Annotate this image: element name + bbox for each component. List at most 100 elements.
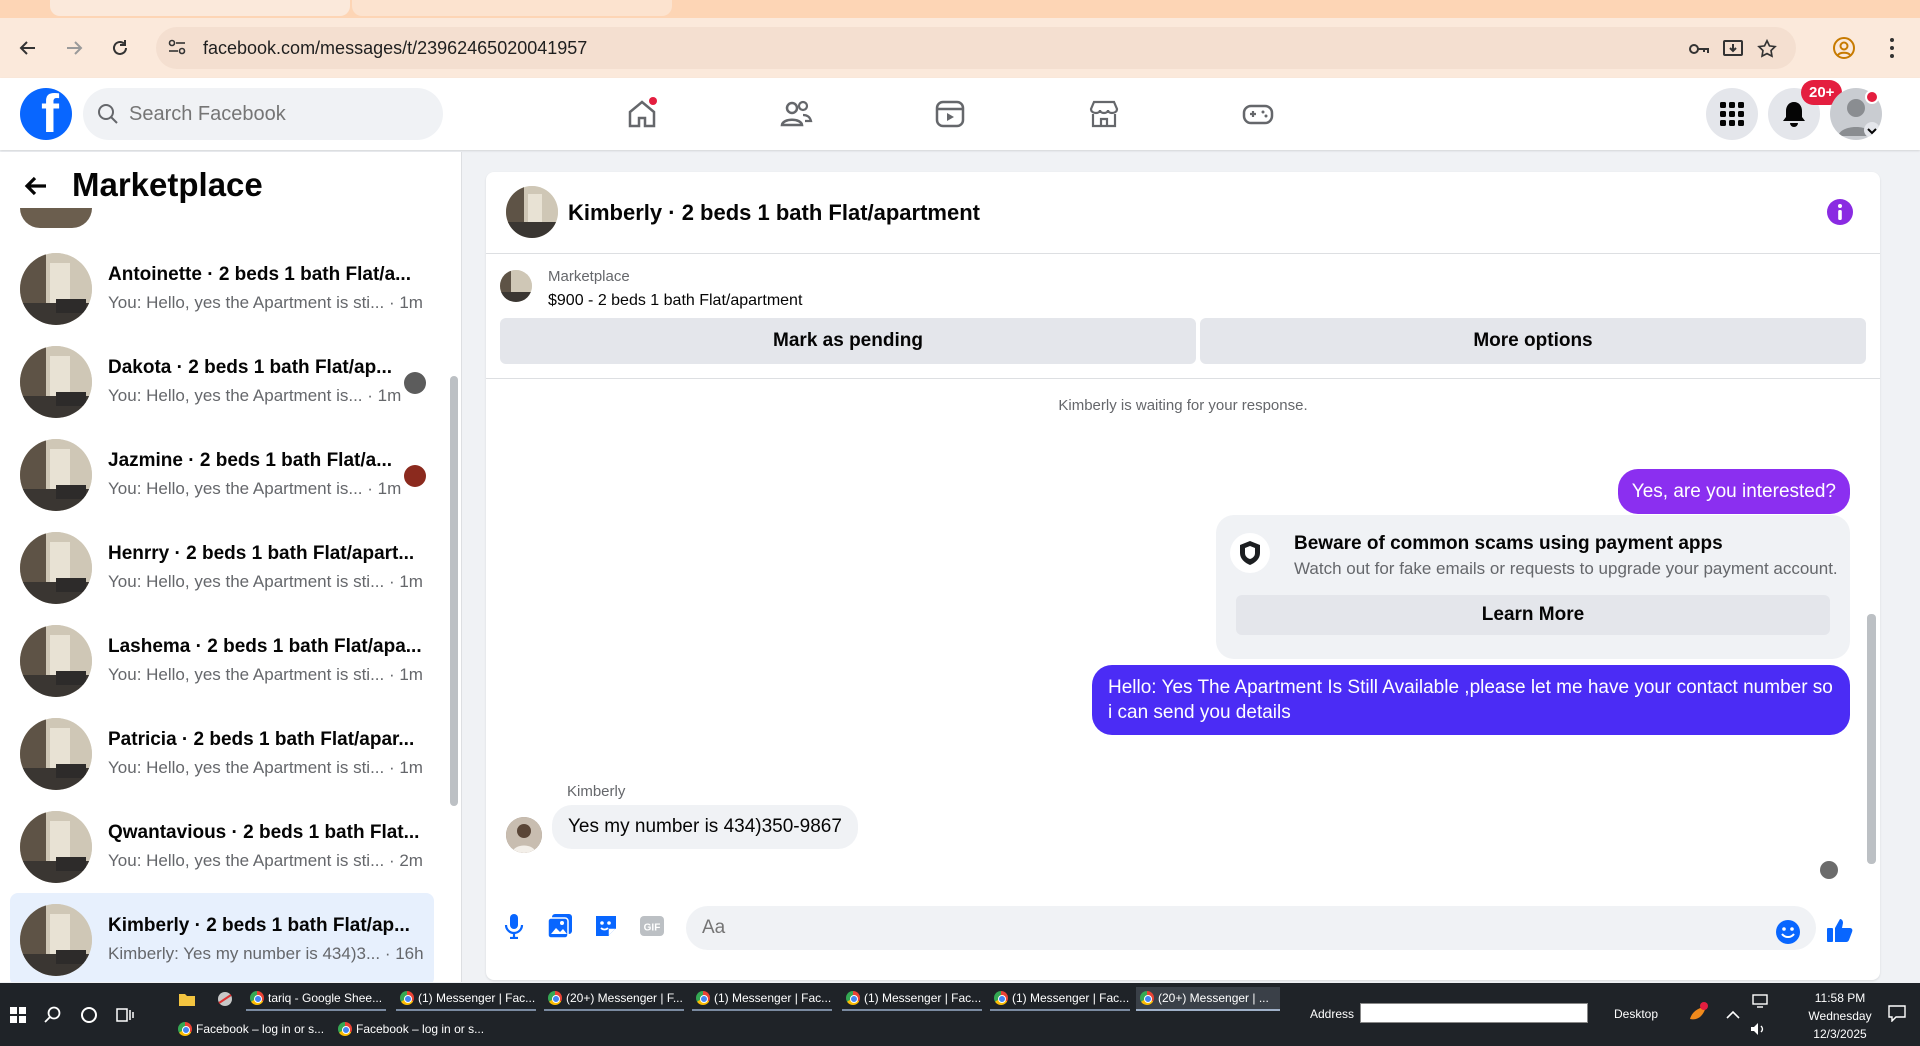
incoming-message[interactable]: Yes my number is 434)350-9867 (552, 805, 858, 849)
taskbar-window-active[interactable]: (20+) Messenger | ... (1136, 987, 1280, 1011)
key-icon[interactable] (1686, 36, 1712, 62)
message-input[interactable] (686, 906, 1816, 950)
seen-indicator-avatar (1820, 861, 1838, 879)
desktop-toolbar-label[interactable]: Desktop (1614, 1007, 1658, 1021)
outgoing-message[interactable]: Yes, are you interested? (1617, 469, 1850, 514)
sticker-icon[interactable] (590, 910, 622, 942)
profile-notification-dot (1865, 90, 1879, 104)
facebook-search[interactable] (83, 88, 443, 140)
friends-icon[interactable] (772, 90, 820, 138)
volume-icon[interactable] (1746, 1017, 1770, 1041)
chrome-icon (548, 991, 562, 1005)
chat-avatar[interactable] (506, 186, 558, 238)
cortana-icon[interactable] (76, 1003, 102, 1027)
profile-circle-icon[interactable] (1828, 32, 1860, 64)
facebook-logo-icon[interactable]: f (20, 88, 72, 140)
search-input[interactable] (129, 88, 429, 140)
show-hidden-icons-icon[interactable] (1722, 1003, 1744, 1027)
listing-source: Marketplace (548, 268, 630, 285)
clock-time: 11:58 PM (1814, 991, 1866, 1005)
taskbar-window-title: Facebook – log in or s... (196, 1022, 325, 1036)
scam-warning-card: Beware of common scams using payment app… (1216, 515, 1850, 659)
marketplace-sidebar: Marketplace Antoinette · 2 beds 1 bath F… (0, 152, 462, 982)
video-icon[interactable] (926, 90, 974, 138)
scam-warning-title: Beware of common scams using payment app… (1294, 533, 1723, 554)
conversation-preview: You: Hello, yes the Apartment is... · 1m (108, 479, 402, 498)
browser-tab[interactable] (352, 0, 672, 16)
home-icon[interactable] (618, 90, 666, 138)
taskbar-window-title: (1) Messenger | Fac... (864, 991, 982, 1005)
clock-date: 12/3/2025 (1813, 1027, 1867, 1041)
taskbar-window[interactable]: (1) Messenger | Fac... (396, 987, 536, 1011)
conversation-thumbnail (20, 208, 92, 228)
address-toolbar-input[interactable] (1360, 1003, 1588, 1023)
conversation-item-active[interactable]: Kimberly · 2 beds 1 bath Flat/ap... Kimb… (10, 893, 434, 982)
back-arrow-icon[interactable] (22, 172, 50, 200)
forward-icon[interactable] (58, 32, 90, 64)
conversation-item[interactable]: Jazmine · 2 beds 1 bath Flat/a... You: H… (10, 428, 434, 521)
conversation-item[interactable]: Lashema · 2 beds 1 bath Flat/apa... You:… (10, 614, 434, 707)
task-view-icon[interactable] (112, 1003, 138, 1027)
marketplace-icon[interactable] (1080, 90, 1128, 138)
gif-icon[interactable]: GIF (636, 910, 668, 942)
url-text[interactable]: facebook.com/messages/t/2396246502004195… (203, 38, 587, 59)
listing-thumbnail[interactable] (500, 270, 532, 302)
conversation-item[interactable]: Henrry · 2 beds 1 bath Flat/apart... You… (10, 521, 434, 614)
start-windows-icon[interactable] (6, 1003, 30, 1027)
menu-grid-icon[interactable] (1706, 88, 1758, 140)
app-icon[interactable] (212, 987, 238, 1011)
gaming-icon[interactable] (1234, 90, 1282, 138)
conversation-item[interactable]: Dakota · 2 beds 1 bath Flat/ap... You: H… (10, 335, 434, 428)
back-icon[interactable] (12, 32, 44, 64)
photo-icon[interactable] (544, 910, 576, 942)
site-info-icon[interactable] (166, 36, 188, 58)
taskbar-window[interactable]: tariq - Google Shee... (246, 987, 386, 1011)
bookmark-star-icon[interactable] (1754, 36, 1780, 62)
browser-tab[interactable] (50, 0, 350, 16)
emoji-icon[interactable] (1772, 916, 1804, 948)
more-options-button[interactable]: More options (1200, 318, 1866, 364)
taskbar-clock[interactable]: 11:58 PM Wednesday 12/3/2025 (1800, 989, 1880, 1043)
install-app-icon[interactable] (1720, 36, 1746, 62)
conversation-item[interactable]: Qwantavious · 2 beds 1 bath Flat... You:… (10, 800, 434, 893)
file-explorer-icon[interactable] (174, 987, 200, 1011)
search-icon[interactable] (40, 1003, 66, 1027)
chrome-icon (994, 991, 1008, 1005)
listing-thumbnail (20, 718, 92, 790)
chat-title[interactable]: Kimberly · 2 beds 1 bath Flat/apartment (568, 200, 980, 226)
listing-price[interactable]: $900 - 2 beds 1 bath Flat/apartment (548, 292, 802, 310)
reload-icon[interactable] (104, 32, 136, 64)
chat-scrollbar[interactable] (1867, 614, 1876, 864)
conversation-preview: You: Hello, yes the Apartment is... · 1m (108, 386, 402, 405)
conversation-item[interactable]: Antoinette · 2 beds 1 bath Flat/a... You… (10, 242, 434, 335)
seen-avatar (404, 372, 426, 394)
taskbar-window[interactable]: (1) Messenger | Fac... (692, 987, 832, 1011)
conversation-preview: You: Hello, yes the Apartment is sti... … (108, 758, 423, 777)
taskbar-window-title: (20+) Messenger | F... (566, 991, 683, 1005)
outgoing-message[interactable]: Hello: Yes The Apartment Is Still Availa… (1092, 665, 1850, 735)
taskbar-window[interactable]: (20+) Messenger | F... (544, 987, 684, 1011)
taskbar-window[interactable]: (1) Messenger | Fac... (990, 987, 1130, 1011)
facebook-header: f (0, 78, 1920, 150)
thumbs-up-icon[interactable] (1824, 914, 1856, 946)
taskbar-window[interactable]: (1) Messenger | Fac... (842, 987, 982, 1011)
notification-app-icon[interactable] (1682, 1001, 1714, 1025)
sender-avatar[interactable] (506, 817, 542, 853)
taskbar-window-title: (20+) Messenger | ... (1158, 991, 1269, 1005)
browser-menu-icon[interactable] (1876, 32, 1908, 64)
incoming-sender-name: Kimberly (567, 783, 626, 800)
chrome-icon (178, 1022, 192, 1036)
microphone-icon[interactable] (498, 910, 530, 942)
address-bar[interactable]: facebook.com/messages/t/2396246502004195… (156, 27, 1796, 69)
mark-pending-button[interactable]: Mark as pending (500, 318, 1196, 364)
action-center-icon[interactable] (1884, 1001, 1910, 1025)
learn-more-button[interactable]: Learn More (1236, 595, 1830, 635)
network-icon[interactable] (1748, 989, 1772, 1013)
taskbar-window[interactable]: Facebook – log in or s... (334, 1017, 490, 1041)
taskbar-window[interactable]: Facebook – log in or s... (174, 1017, 330, 1041)
sidebar-scrollbar[interactable] (450, 376, 458, 806)
conversation-item[interactable]: Patricia · 2 beds 1 bath Flat/apar... Yo… (10, 707, 434, 800)
conversation-preview: You: Hello, yes the Apartment is sti... … (108, 572, 423, 591)
listing-thumbnail (20, 625, 92, 697)
info-icon[interactable] (1826, 198, 1854, 226)
